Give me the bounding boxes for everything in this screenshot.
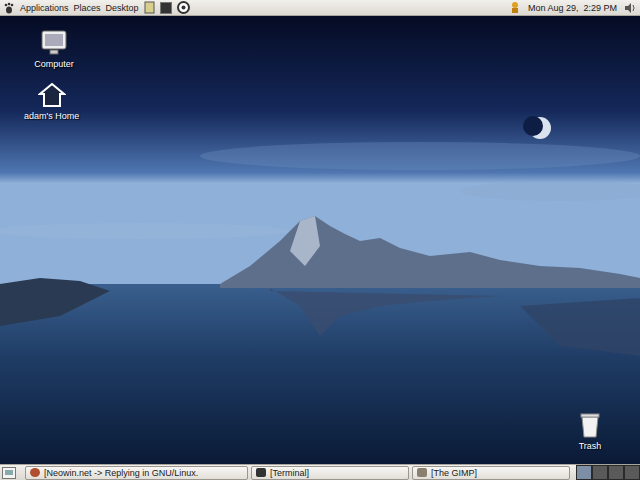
menu-item[interactable]: Desktop (106, 3, 139, 13)
home-icon (38, 82, 66, 108)
volume-icon[interactable] (624, 2, 636, 14)
terminal-icon[interactable] (160, 2, 172, 14)
gimp-icon (417, 468, 427, 477)
desktop-icon-label: adam's Home (22, 111, 81, 121)
computer-desktop-icon[interactable]: Computer (30, 30, 78, 69)
desktop-icon-label: Computer (32, 59, 76, 69)
notepad-icon[interactable] (144, 1, 155, 14)
taskbar-button[interactable]: [The GIMP] (412, 466, 570, 480)
workspace[interactable] (576, 465, 592, 480)
bottom-panel: [Neowin.net -> Replying in GNU/Linux.[Te… (0, 464, 640, 480)
workspace-switcher (576, 465, 640, 480)
menu-item[interactable]: Applications (20, 3, 69, 13)
browser-icon (30, 468, 40, 477)
gnome-foot-icon[interactable] (3, 2, 15, 14)
help-icon[interactable] (177, 1, 190, 14)
update-notifier-icon[interactable] (509, 1, 521, 14)
top-panel: Applications Places Desktop Mon Aug 29, 2:2… (0, 0, 640, 16)
home-desktop-icon[interactable]: adam's Home (22, 82, 81, 121)
trash-desktop-icon[interactable]: Trash (566, 412, 614, 451)
taskbar-button[interactable]: [Terminal] (251, 466, 409, 480)
terminal-icon (256, 468, 266, 477)
workspace[interactable] (624, 465, 640, 480)
workspace[interactable] (608, 465, 624, 480)
wallpaper (0, 16, 640, 464)
desktop-icon-label: Trash (577, 441, 604, 451)
trash-icon (578, 412, 602, 438)
desktop: Computer adam's Home Trash (0, 16, 640, 464)
show-desktop-icon[interactable] (2, 467, 16, 479)
workspace[interactable] (592, 465, 608, 480)
menu-item[interactable]: Places (74, 3, 101, 13)
computer-icon (40, 30, 68, 56)
taskbar-button[interactable]: [Neowin.net -> Replying in GNU/Linux. (25, 466, 248, 480)
clock[interactable]: Mon Aug 29, 2:29 PM (526, 3, 619, 13)
screen: Applications Places Desktop Mon Aug 29, 2:2… (0, 0, 640, 480)
